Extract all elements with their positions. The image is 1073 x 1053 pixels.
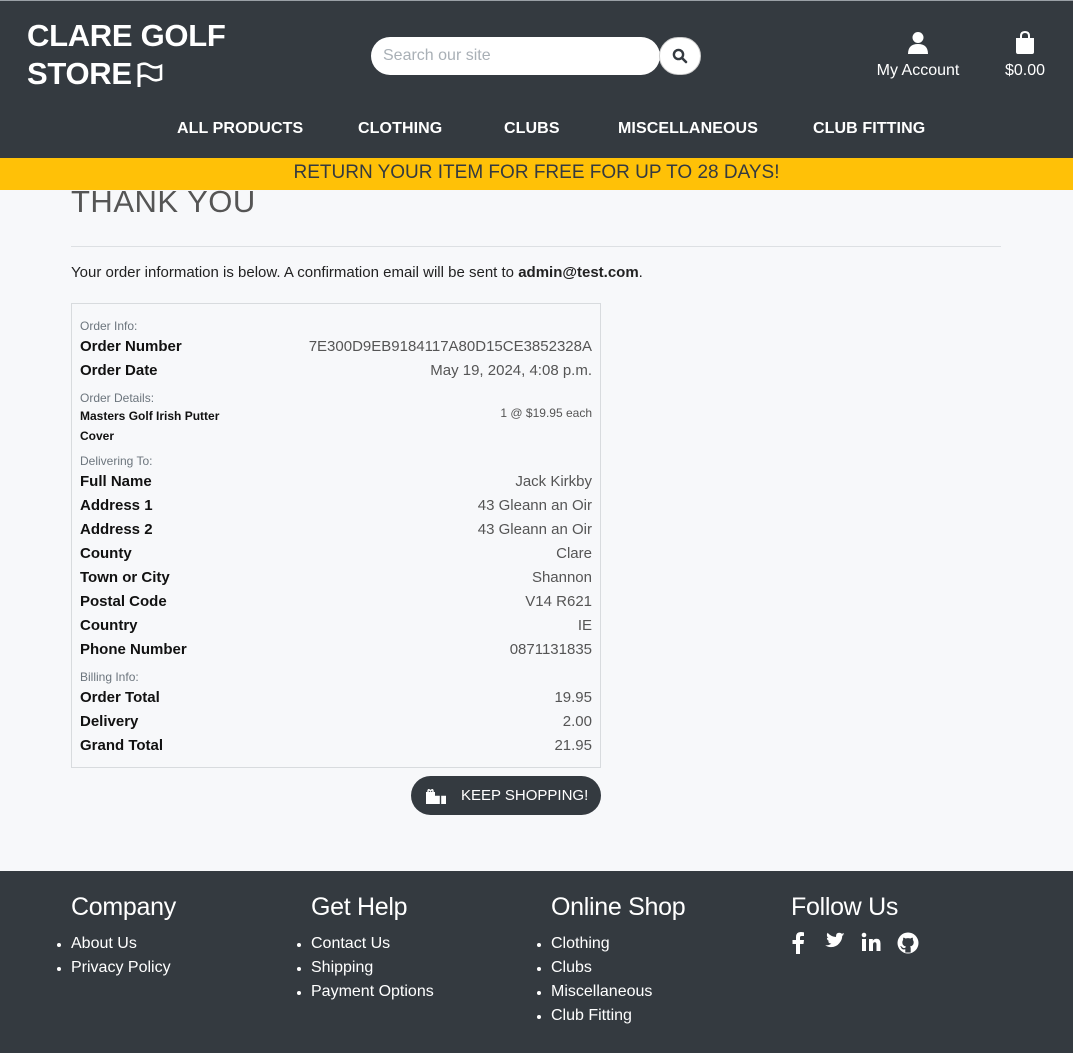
user-icon	[868, 31, 968, 60]
search-form	[371, 37, 701, 75]
nav-clothing[interactable]: CLOTHING	[358, 120, 442, 138]
my-account-label: My Account	[876, 62, 960, 79]
grand-total-value: 21.95	[554, 737, 592, 754]
my-account-link[interactable]: My Account	[868, 31, 968, 80]
nav-clubs[interactable]: CLUBS	[504, 120, 560, 138]
order-date-value: May 19, 2024, 4:08 p.m.	[430, 362, 592, 379]
footer-link-shipping[interactable]: Shipping	[297, 956, 434, 980]
intro-end: .	[638, 264, 643, 281]
search-icon	[672, 48, 688, 64]
nav-club-fitting[interactable]: CLUB FITTING	[813, 120, 925, 138]
billing-heading: Billing Info:	[80, 670, 139, 684]
item-quantity-price: 1 @ $19.95 each	[500, 406, 592, 420]
github-icon[interactable]	[897, 932, 919, 954]
search-button[interactable]	[659, 37, 701, 75]
address2-label: Address 2	[80, 521, 153, 538]
postcode-label: Postal Code	[80, 593, 167, 610]
order-total-value: 19.95	[554, 689, 592, 706]
brand-line-2-wrap: STORE	[27, 55, 226, 97]
main-nav: ALL PRODUCTS CLOTHING CLUBS MISCELLANEOU…	[0, 120, 1073, 142]
keep-shopping-button[interactable]: KEEP SHOPPING!	[411, 776, 601, 815]
county-label: County	[80, 545, 132, 562]
full-name-value: Jack Kirkby	[515, 473, 592, 490]
footer-company-heading: Company	[71, 893, 176, 921]
country-value: IE	[577, 617, 592, 634]
footer-help-heading: Get Help	[311, 893, 408, 921]
cart-link[interactable]: $0.00	[997, 30, 1053, 80]
footer-link-club-fitting[interactable]: Club Fitting	[536, 1004, 685, 1028]
footer-help: Get Help Contact Us Shipping Payment Opt…	[297, 893, 434, 1004]
delivery-label: Delivery	[80, 713, 139, 730]
linkedin-icon[interactable]	[861, 932, 881, 954]
footer-link-clothing[interactable]: Clothing	[536, 932, 685, 956]
town-value: Shannon	[531, 569, 592, 586]
nav-miscellaneous[interactable]: MISCELLANEOUS	[618, 120, 758, 138]
twitter-icon[interactable]	[821, 932, 845, 954]
order-number-label: Order Number	[80, 338, 182, 355]
divider	[71, 246, 1001, 247]
flag-icon	[136, 59, 164, 97]
full-name-label: Full Name	[80, 473, 152, 490]
order-summary: Order Info: Order Number 7E300D9EB9184117…	[71, 303, 601, 768]
brand-logo[interactable]: CLARE GOLF STORE	[27, 17, 226, 97]
confirmation-message: Your order information is below. A confi…	[71, 264, 643, 281]
footer-shop-heading: Online Shop	[551, 893, 686, 921]
footer-link-clubs[interactable]: Clubs	[536, 956, 685, 980]
gifts-icon	[425, 787, 447, 805]
footer-link-contact-us[interactable]: Contact Us	[297, 932, 434, 956]
order-details-heading: Order Details:	[80, 391, 155, 405]
footer-follow: Follow Us	[791, 893, 919, 954]
brand-line-2: STORE	[27, 56, 132, 91]
footer-shop: Online Shop Clothing Clubs Miscellaneous…	[536, 893, 686, 1028]
brand-line-1: CLARE GOLF	[27, 18, 226, 53]
county-value: Clare	[556, 545, 592, 562]
footer-link-privacy-policy[interactable]: Privacy Policy	[57, 956, 176, 980]
shopping-bag-icon	[997, 30, 1053, 60]
grand-total-label: Grand Total	[80, 737, 164, 754]
order-number-value: 7E300D9EB9184117A80D15CE3852328A	[308, 338, 592, 355]
order-info-heading: Order Info:	[80, 319, 138, 333]
item-name: Masters Golf Irish Putter Cover	[80, 409, 220, 443]
facebook-icon[interactable]	[791, 932, 805, 954]
nav-all-products[interactable]: ALL PRODUCTS	[177, 120, 303, 138]
confirmation-email: admin@test.com	[518, 264, 639, 281]
phone-label: Phone Number	[80, 641, 187, 658]
order-date-label: Order Date	[80, 362, 158, 379]
delivery-value: 2.00	[562, 713, 592, 730]
address1-value: 43 Gleann an Oir	[477, 497, 592, 514]
phone-value: 0871131835	[509, 641, 592, 658]
keep-shopping-label: KEEP SHOPPING!	[461, 787, 589, 804]
site-footer: Company About Us Privacy Policy Get Help…	[0, 871, 1073, 1053]
town-label: Town or City	[80, 569, 170, 586]
footer-follow-heading: Follow Us	[791, 893, 899, 921]
order-total-label: Order Total	[80, 689, 160, 706]
site-header: CLARE GOLF STORE My Account $0.00 ALL PR…	[0, 0, 1073, 158]
country-label: Country	[80, 617, 138, 634]
footer-link-miscellaneous[interactable]: Miscellaneous	[536, 980, 685, 1004]
delivering-heading: Delivering To:	[80, 454, 153, 468]
address2-value: 43 Gleann an Oir	[477, 521, 592, 538]
footer-company: Company About Us Privacy Policy	[57, 893, 176, 980]
intro-text: Your order information is below. A confi…	[71, 264, 519, 281]
search-input[interactable]	[371, 37, 660, 75]
page-title: THANK YOU	[71, 184, 256, 219]
cart-total: $0.00	[1004, 62, 1046, 79]
footer-link-about-us[interactable]: About Us	[57, 932, 176, 956]
footer-link-payment-options[interactable]: Payment Options	[297, 980, 434, 1004]
postcode-value: V14 R621	[525, 593, 592, 610]
address1-label: Address 1	[80, 497, 153, 514]
